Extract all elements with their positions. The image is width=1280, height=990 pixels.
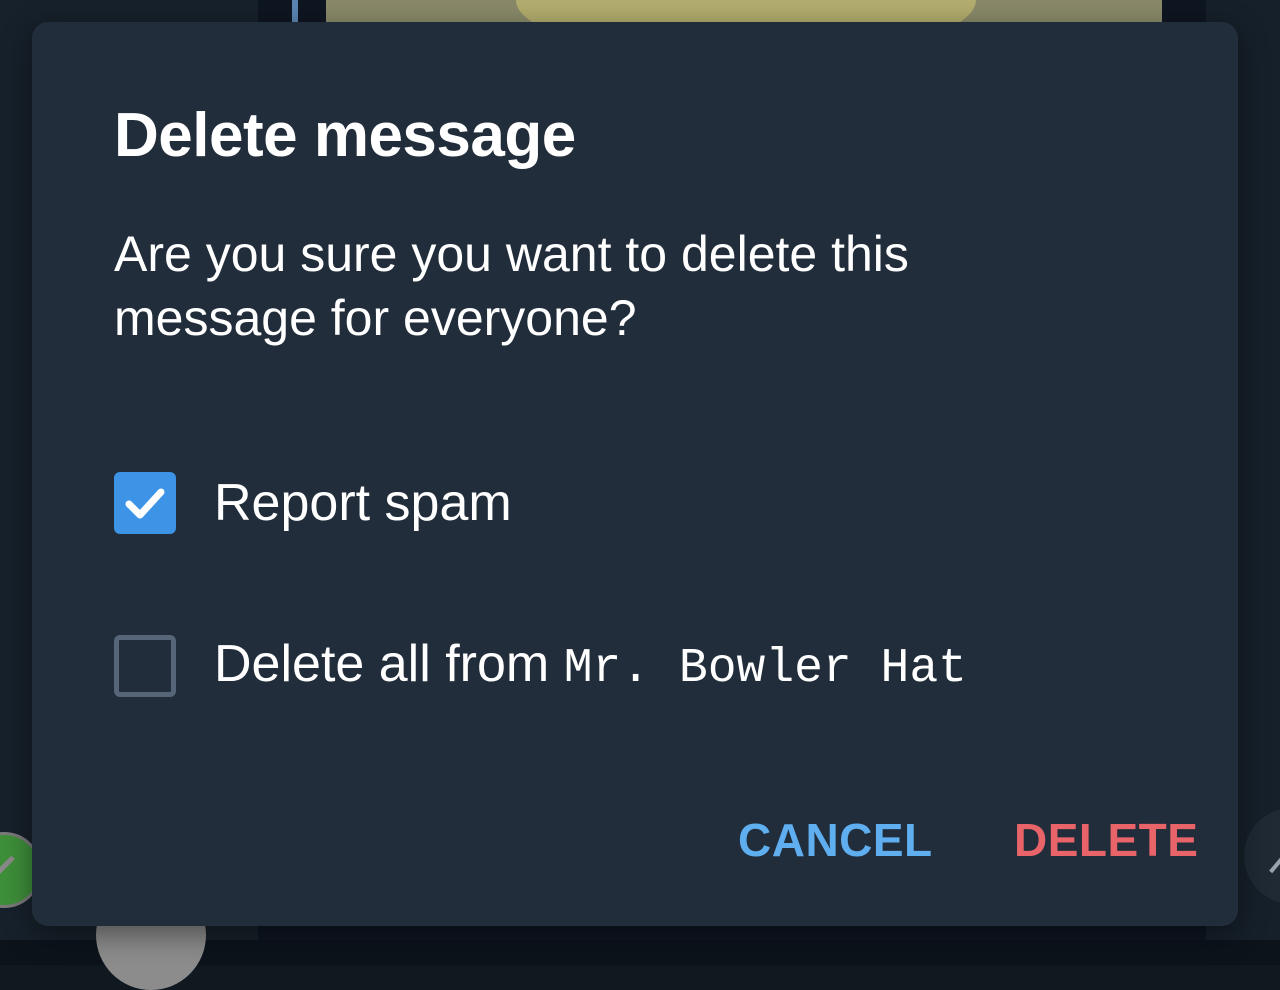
sender-name: Mr. Bowler Hat xyxy=(563,641,967,696)
dialog-message: Are you sure you want to delete this mes… xyxy=(114,226,909,346)
checkmark-icon xyxy=(125,488,165,519)
delete-message-dialog: Delete message Are you sure you want to … xyxy=(32,22,1238,926)
media-preview xyxy=(326,0,1162,22)
report-spam-label: Report spam xyxy=(214,474,512,532)
delete-button[interactable]: DELETE xyxy=(1014,808,1198,872)
dialog-title: Delete message xyxy=(114,101,576,170)
delete-all-checkbox[interactable] xyxy=(114,635,176,697)
report-spam-option[interactable]: Report spam xyxy=(114,471,512,535)
reply-bar xyxy=(292,0,298,22)
report-spam-checkbox[interactable] xyxy=(114,472,176,534)
cancel-button[interactable]: CANCEL xyxy=(738,808,933,872)
delete-all-label-prefix: Delete all from xyxy=(214,634,564,693)
delete-all-label: Delete all from Mr. Bowler Hat xyxy=(214,632,967,701)
delete-all-option[interactable]: Delete all from Mr. Bowler Hat xyxy=(114,634,967,698)
